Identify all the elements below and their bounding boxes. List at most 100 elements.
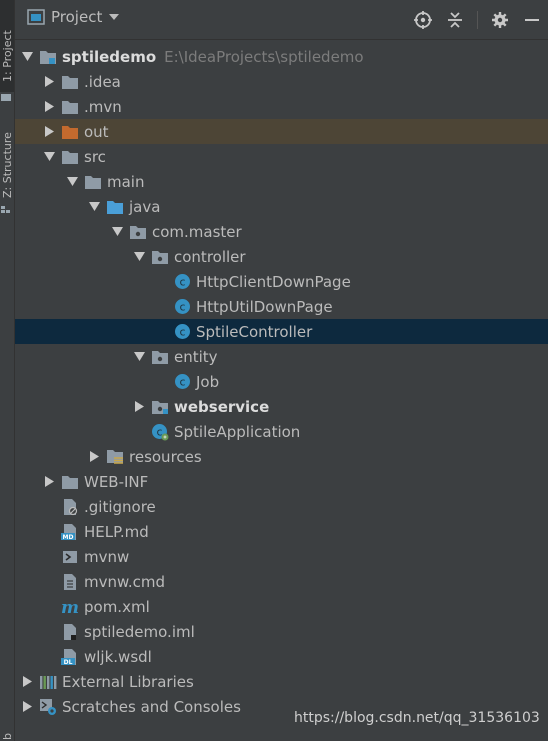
project-tool-icon (1, 94, 11, 101)
collapsed-arrow-icon[interactable] (43, 101, 55, 113)
package-icon (151, 348, 169, 366)
structure-tool-icon (1, 206, 10, 213)
collapsed-arrow-icon[interactable] (21, 701, 33, 713)
tree-item-label: mvnw.cmd (84, 572, 166, 591)
collapsed-arrow-icon[interactable] (133, 401, 145, 413)
class-icon: c (173, 373, 191, 391)
expanded-arrow-icon[interactable] (21, 51, 33, 63)
folder-icon (61, 98, 79, 116)
expanded-arrow-icon[interactable] (43, 151, 55, 163)
collapsed-arrow-icon[interactable] (21, 676, 33, 688)
tree-item-label: .idea (84, 72, 121, 91)
locate-button[interactable] (413, 10, 433, 30)
tree-item-spacer (43, 626, 55, 638)
tree-item-spacer (43, 576, 55, 588)
favorites-tool-tab[interactable]: b (0, 722, 14, 741)
tree-item-job[interactable]: c Job (15, 369, 548, 394)
svg-text:c: c (179, 301, 185, 314)
tree-item-src[interactable]: src (15, 144, 548, 169)
excluded-folder-icon (61, 123, 79, 141)
tree-item-spacer (155, 276, 167, 288)
tree-item-httputildownpage[interactable]: c HttpUtilDownPage (15, 294, 548, 319)
expanded-arrow-icon[interactable] (133, 351, 145, 363)
gear-icon (492, 12, 508, 28)
resources-folder-icon (106, 448, 124, 466)
svg-text:m: m (61, 599, 79, 615)
svg-text:c: c (179, 326, 185, 339)
tree-item-web-inf[interactable]: WEB-INF (15, 469, 548, 494)
collapsed-arrow-icon[interactable] (88, 451, 100, 463)
tree-item-label: SptileController (196, 322, 313, 341)
tree-item-gitignore[interactable]: .gitignore (15, 494, 548, 519)
tree-item-external-libraries[interactable]: External Libraries (15, 669, 548, 694)
project-tool-tab-label: 1: Project (1, 30, 14, 82)
expanded-arrow-icon[interactable] (133, 251, 145, 263)
view-selector[interactable]: Project (27, 8, 120, 26)
tree-item-sptilecontroller[interactable]: c SptileController (15, 319, 548, 344)
folder-icon (84, 173, 102, 191)
external-libraries-icon (39, 673, 57, 691)
tree-item-label: java (129, 197, 161, 216)
settings-button[interactable] (490, 10, 510, 30)
collapsed-arrow-icon[interactable] (43, 476, 55, 488)
tree-item-spacer (43, 601, 55, 613)
chevron-down-icon (109, 14, 120, 20)
tree-item-webservice[interactable]: webservice (15, 394, 548, 419)
tree-item-label: controller (174, 247, 246, 266)
tree-item-out[interactable]: out (15, 119, 548, 144)
tree-item-sptileapplication[interactable]: c SptileApplication (15, 419, 548, 444)
tree-item-wljk-wsdl[interactable]: DL wljk.wsdl (15, 644, 548, 669)
collapsed-arrow-icon[interactable] (43, 126, 55, 138)
source-folder-icon (106, 198, 124, 216)
project-tool-tab[interactable]: 1: Project (0, 0, 14, 92)
svg-text:c: c (179, 276, 185, 289)
project-path: E:\IdeaProjects\sptiledemo (164, 47, 364, 66)
collapse-all-button[interactable] (445, 10, 465, 30)
expanded-arrow-icon[interactable] (66, 176, 78, 188)
tree-item-controller[interactable]: controller (15, 244, 548, 269)
tree-item-mvn[interactable]: .mvn (15, 94, 548, 119)
tree-item-entity[interactable]: entity (15, 344, 548, 369)
folder-icon (61, 148, 79, 166)
tree-item-label: pom.xml (84, 597, 150, 616)
package-icon (151, 398, 169, 416)
tree-item-spacer (43, 651, 55, 663)
project-window-icon (27, 9, 45, 25)
tree-item-spacer (155, 326, 167, 338)
tree-item-label: sptiledemo.iml (84, 622, 195, 641)
collapsed-arrow-icon[interactable] (43, 76, 55, 88)
tree-item-pom-xml[interactable]: m pom.xml (15, 594, 548, 619)
tree-item-sptiledemo[interactable]: sptiledemo E:\IdeaProjects\sptiledemo (15, 44, 548, 69)
tree-item-label: main (107, 172, 145, 191)
favorites-tool-tab-label: b (1, 733, 14, 740)
tree-item-spacer (43, 501, 55, 513)
expanded-arrow-icon[interactable] (88, 201, 100, 213)
tree-item-sptiledemo-iml[interactable]: sptiledemo.iml (15, 619, 548, 644)
tree-item-httpclientdownpage[interactable]: c HttpClientDownPage (15, 269, 548, 294)
tree-item-mvnw[interactable]: mvnw (15, 544, 548, 569)
class-icon: c (173, 323, 191, 341)
tree-item-label: HttpUtilDownPage (196, 297, 333, 316)
folder-icon (61, 473, 79, 491)
tree-item-mvnw-cmd[interactable]: mvnw.cmd (15, 569, 548, 594)
package-icon (151, 248, 169, 266)
tree-item-label: WEB-INF (84, 472, 149, 491)
folder-icon (61, 73, 79, 91)
tree-item-label: entity (174, 347, 218, 366)
tree-item-resources[interactable]: resources (15, 444, 548, 469)
tree-item-label: out (84, 122, 109, 141)
tree-item-help-md[interactable]: MD HELP.md (15, 519, 548, 544)
watermark: https://blog.csdn.net/qq_31536103 (294, 710, 540, 726)
tree-item-java[interactable]: java (15, 194, 548, 219)
tree-item-label: SptileApplication (174, 422, 301, 441)
structure-tool-tab[interactable]: Z: Structure (0, 118, 14, 203)
spring-boot-class-icon: c (151, 423, 169, 441)
class-icon: c (173, 273, 191, 291)
tree-item-idea[interactable]: .idea (15, 69, 548, 94)
tree-item-label: webservice (174, 397, 270, 416)
scratches-icon (39, 698, 57, 716)
tree-item-main[interactable]: main (15, 169, 548, 194)
expanded-arrow-icon[interactable] (111, 226, 123, 238)
minimize-button[interactable] (522, 10, 542, 30)
tree-item-com-master[interactable]: com.master (15, 219, 548, 244)
